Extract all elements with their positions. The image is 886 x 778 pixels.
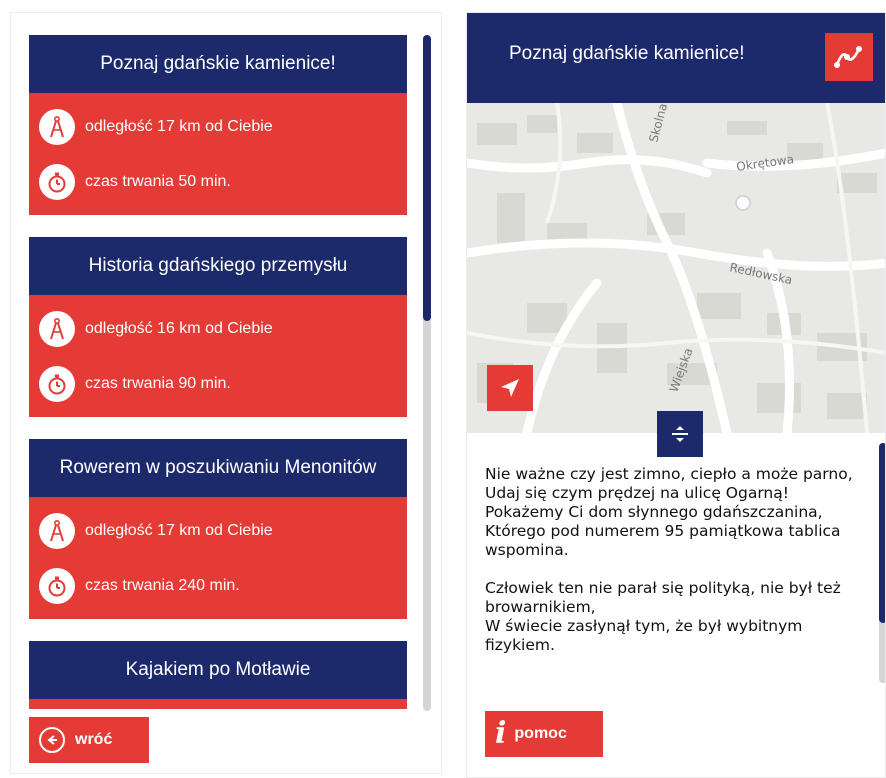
route-details xyxy=(29,699,407,709)
route-title[interactable]: Rowerem w poszukiwaniu Menonitów xyxy=(29,439,407,497)
route-list-scrollbar[interactable] xyxy=(423,35,431,711)
route-title[interactable]: Historia gdańskiego przemysłu xyxy=(29,237,407,295)
description-scrollbar[interactable] xyxy=(879,443,885,683)
duration-text: czas trwania 50 min. xyxy=(85,172,231,190)
route-detail-panel: Poznaj gdańskie kamienice! Okrętowa Redł… xyxy=(466,12,886,778)
duration-text: czas trwania 240 min. xyxy=(85,576,240,594)
stopwatch-icon xyxy=(39,365,75,402)
back-button[interactable]: wróć xyxy=(29,717,149,763)
route-list-panel: Poznaj gdańskie kamienice! odległość 17 … xyxy=(10,12,442,774)
description-paragraph-1: Nie ważne czy jest zimno, ciepło a może … xyxy=(485,465,853,559)
duration-row: czas trwania 90 min. xyxy=(29,356,407,411)
duration-row: czas trwania 240 min. xyxy=(29,558,407,613)
route-title[interactable]: Poznaj gdańskie kamienice! xyxy=(29,35,407,93)
distance-row: odległość 17 km od Ciebie xyxy=(29,503,407,558)
detail-title: Poznaj gdańskie kamienice! xyxy=(509,43,745,64)
distance-row: odległość 16 km od Ciebie xyxy=(29,301,407,356)
locate-me-button[interactable] xyxy=(487,365,533,411)
route-card-1[interactable]: Poznaj gdańskie kamienice! odległość 17 … xyxy=(29,35,407,215)
route-card-2[interactable]: Historia gdańskiego przemysłu odległość … xyxy=(29,237,407,417)
map-view[interactable]: Okrętowa Redłowska Skolna Wiejska xyxy=(467,103,885,433)
route-description: Nie ważne czy jest zimno, ciepło a może … xyxy=(485,465,865,674)
route-details: odległość 17 km od Ciebie czas trwania 5… xyxy=(29,93,407,215)
distance-text: odległość 17 km od Ciebie xyxy=(85,117,273,135)
route-details: odległość 16 km od Ciebie czas trwania 9… xyxy=(29,295,407,417)
info-icon: i xyxy=(495,716,507,751)
navigation-arrow-icon xyxy=(501,379,519,397)
distance-text: odległość 17 km od Ciebie xyxy=(85,521,273,539)
route-details: odległość 17 km od Ciebie czas trwania 2… xyxy=(29,497,407,619)
route-card-3[interactable]: Rowerem w poszukiwaniu Menonitów odległo… xyxy=(29,439,407,619)
help-label: pomoc xyxy=(514,725,567,742)
scrollbar-thumb[interactable] xyxy=(423,35,431,321)
stopwatch-icon xyxy=(39,567,75,604)
route-path-icon xyxy=(834,46,862,68)
stopwatch-icon xyxy=(39,163,75,200)
compass-icon xyxy=(39,310,75,347)
scrollbar-thumb[interactable] xyxy=(879,443,885,623)
detail-header: Poznaj gdańskie kamienice! xyxy=(467,13,885,103)
description-paragraph-2: Człowiek ten nie parał się polityką, nie… xyxy=(485,579,841,654)
distance-row: odległość 17 km od Ciebie xyxy=(29,99,407,154)
help-button[interactable]: i pomoc xyxy=(485,711,603,757)
expand-collapse-handle[interactable] xyxy=(657,411,703,457)
back-arrow-icon xyxy=(39,727,65,753)
compass-icon xyxy=(39,108,75,145)
route-path-button[interactable] xyxy=(825,33,873,81)
duration-text: czas trwania 90 min. xyxy=(85,374,231,392)
distance-text: odległość 16 km od Ciebie xyxy=(85,319,273,337)
route-list[interactable]: Poznaj gdańskie kamienice! odległość 17 … xyxy=(29,35,407,711)
back-label: wróć xyxy=(75,731,113,748)
compass-icon xyxy=(39,512,75,549)
route-title[interactable]: Kajakiem po Motławie xyxy=(29,641,407,699)
resize-handle-icon xyxy=(672,426,688,442)
route-card-4[interactable]: Kajakiem po Motławie xyxy=(29,641,407,709)
duration-row: czas trwania 50 min. xyxy=(29,154,407,209)
